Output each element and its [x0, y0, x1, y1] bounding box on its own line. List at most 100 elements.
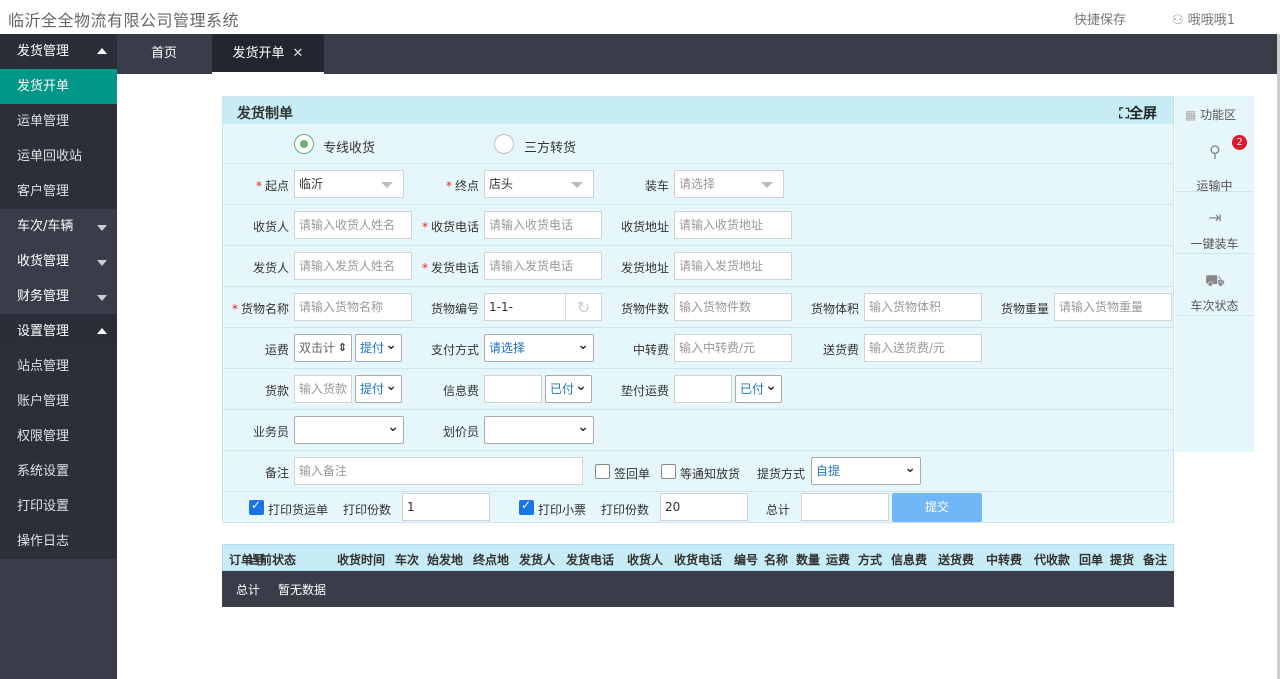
info-fee-mode-select[interactable]: 已付 [545, 373, 592, 403]
tab-label: 发货开单 [232, 46, 285, 61]
sidebar-item[interactable]: 收货管理 [0, 244, 117, 279]
sidebar-item[interactable]: 发货开单 [0, 69, 117, 104]
payment-method-select[interactable]: 请选择 [484, 332, 594, 362]
tab-home[interactable]: 首页 [117, 34, 211, 74]
table-column-header[interactable]: 收货电话 [674, 551, 722, 568]
sidebar-item[interactable]: 操作日志 [0, 524, 117, 559]
receiver-name-input[interactable]: 请输入收货人姓名 [294, 211, 412, 239]
print-copies-input-2[interactable]: 20 [660, 493, 748, 521]
loading-select[interactable]: 请选择 [674, 170, 784, 198]
goods-name-input[interactable]: 请输入货物名称 [294, 293, 412, 321]
goods-count-label: 货物件数 [620, 302, 669, 316]
origin-select[interactable]: 临沂 [294, 170, 404, 198]
remark-input[interactable]: 输入备注 [294, 457, 583, 485]
sidebar-item[interactable]: 运单管理 [0, 104, 117, 139]
table-column-header[interactable]: 方式 [858, 551, 882, 568]
goods-volume-input[interactable]: 输入货物体积 [864, 293, 982, 321]
pickup-method-select[interactable]: 自提 [811, 455, 921, 485]
submit-button[interactable]: 提交 [892, 493, 982, 522]
receiver-phone-input[interactable]: 请输入收货电话 [484, 211, 602, 239]
sender-address-input[interactable]: 请输入发货地址 [674, 252, 792, 280]
advance-freight-mode-select[interactable]: 已付 [735, 373, 782, 403]
fullscreen-button[interactable]: ⛶全屏 [1119, 103, 1157, 123]
table-column-header[interactable]: 提货 [1110, 551, 1134, 568]
table-column-header[interactable]: 中转费 [986, 551, 1022, 568]
sidebar-item[interactable]: 设置管理 [0, 314, 117, 349]
goods-payment-mode-select[interactable]: 提付 [355, 373, 402, 403]
payment-method-label: 支付方式 [430, 343, 479, 357]
table-column-header[interactable]: 代收款 [1034, 551, 1070, 568]
sidebar-item[interactable]: 运单回收站 [0, 139, 117, 174]
sender-name-input[interactable]: 请输入发货人姓名 [294, 252, 412, 280]
table-column-header[interactable]: 发货电话 [566, 551, 614, 568]
sidebar-item[interactable]: 权限管理 [0, 419, 117, 454]
sign-back-checkbox[interactable] [595, 464, 610, 479]
sidebar-item[interactable]: 客户管理 [0, 174, 117, 209]
sidebar-item[interactable]: 打印设置 [0, 489, 117, 524]
freight-mode-select[interactable]: 提付 [355, 332, 402, 362]
sidebar-item-label: 站点管理 [17, 359, 70, 374]
sidebar-item-label: 权限管理 [17, 429, 70, 444]
sidebar-item[interactable]: 发货管理 [0, 34, 117, 69]
table-column-header[interactable]: 备注 [1143, 551, 1167, 568]
print-ticket-checkbox[interactable] [519, 498, 534, 515]
quick-save-link[interactable]: 快捷保存 [1074, 9, 1126, 28]
table-column-header[interactable]: 终点地 [473, 551, 509, 568]
sidebar-item[interactable]: 车次/车辆 [0, 209, 117, 244]
info-fee-input[interactable] [484, 375, 542, 403]
print-ticket-label: 打印小票 [538, 503, 587, 517]
table-column-header[interactable]: 当前状态 [248, 551, 296, 568]
one-click-load-button[interactable]: ⇥ 一键装车 [1175, 192, 1254, 254]
table-column-header[interactable]: 数量 [796, 551, 820, 568]
total-input[interactable] [801, 493, 889, 521]
sidebar-item-label: 财务管理 [17, 289, 70, 304]
tab-create-shipment[interactable]: 发货开单 ✕ [212, 34, 324, 74]
close-icon[interactable]: ✕ [293, 46, 304, 61]
pricer-select[interactable] [484, 414, 594, 444]
receiver-address-input[interactable]: 请输入收货地址 [674, 211, 792, 239]
user-menu[interactable]: ⚇ 哦哦哦1 [1172, 9, 1235, 28]
table-column-header[interactable]: 车次 [395, 551, 419, 568]
goods-count-input[interactable]: 输入货物件数 [674, 293, 792, 321]
chevron-down-icon [97, 225, 107, 231]
print-copies-input[interactable]: 1 [402, 493, 490, 521]
tab-label: 首页 [150, 46, 177, 61]
sender-phone-input[interactable]: 请输入发货电话 [484, 252, 602, 280]
goods-weight-input[interactable]: 请输入货物重量 [1054, 293, 1172, 321]
total-label: 总计 [766, 503, 791, 517]
print-waybill-checkbox[interactable] [249, 498, 264, 515]
radio-dedicated-label: 专线收货 [323, 141, 376, 156]
radio-third-party[interactable] [494, 134, 514, 154]
table-column-header[interactable]: 回单 [1079, 551, 1103, 568]
table-column-header[interactable]: 信息费 [891, 551, 927, 568]
sidebar-item[interactable]: 账户管理 [0, 384, 117, 419]
trip-status-label: 车次状态 [1190, 299, 1239, 313]
destination-select[interactable]: 店头 [484, 170, 594, 198]
goods-weight-label: 货物重量 [1000, 302, 1049, 316]
salesman-select[interactable] [294, 414, 404, 444]
sender-phone-label: * 发货电话 [421, 261, 479, 275]
top-header: 临沂全全物流有限公司管理系统 快捷保存 ⚇ 哦哦哦1 [0, 0, 1280, 34]
delivery-fee-input[interactable]: 输入送货费/元 [864, 334, 982, 362]
in-transit-button[interactable]: ⚲ 2 运输中 [1175, 130, 1254, 193]
table-column-header[interactable]: 始发地 [427, 551, 463, 568]
sidebar-item[interactable]: 系统设置 [0, 454, 117, 489]
table-column-header[interactable]: 收货时间 [337, 551, 385, 568]
table-column-header[interactable]: 发货人 [519, 551, 555, 568]
wait-notice-checkbox[interactable] [661, 464, 676, 479]
transfer-fee-input[interactable]: 输入中转费/元 [674, 334, 792, 362]
table-column-header[interactable]: 送货费 [938, 551, 974, 568]
sender-label: 发货人 [252, 261, 289, 275]
goods-payment-input[interactable]: 输入货款 [294, 375, 352, 403]
table-column-header[interactable]: 名称 [764, 551, 788, 568]
trip-status-button[interactable]: ⛟ 车次状态 [1175, 254, 1254, 316]
advance-freight-input[interactable] [674, 375, 732, 403]
table-column-header[interactable]: 收货人 [627, 551, 663, 568]
freight-calc-select[interactable]: 双击计 [294, 334, 352, 362]
sidebar-item[interactable]: 财务管理 [0, 279, 117, 314]
table-column-header[interactable]: 运费 [826, 551, 850, 568]
refresh-icon[interactable]: ↻ [565, 294, 601, 322]
sidebar-item[interactable]: 站点管理 [0, 349, 117, 384]
table-column-header[interactable]: 编号 [734, 551, 758, 568]
radio-dedicated[interactable] [294, 134, 314, 154]
